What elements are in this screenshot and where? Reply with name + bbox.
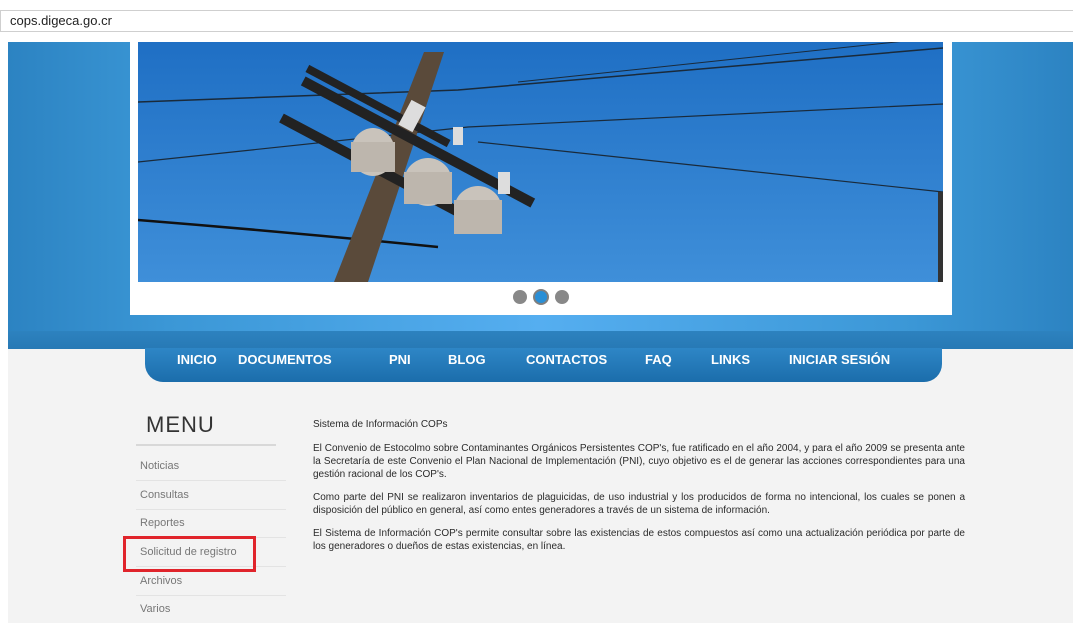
- nav-inicio[interactable]: INICIO: [177, 348, 217, 382]
- slider-dot-2[interactable]: [533, 288, 549, 305]
- content-paragraph: El Convenio de Estocolmo sobre Contamina…: [313, 443, 965, 480]
- nav-iniciar-sesion[interactable]: INICIAR SESIÓN: [789, 348, 890, 382]
- url-text: cops.digeca.go.cr: [10, 13, 112, 28]
- slider-dots: [130, 288, 952, 306]
- sidebar-item-reportes[interactable]: Reportes: [140, 517, 185, 529]
- sidebar-item-consultas[interactable]: Consultas: [140, 489, 189, 501]
- sidebar-divider: [136, 595, 286, 596]
- sidebar-divider: [136, 509, 286, 510]
- nav-pni[interactable]: PNI: [389, 348, 411, 382]
- nav-blog[interactable]: BLOG: [448, 348, 486, 382]
- nav-faq[interactable]: FAQ: [645, 348, 672, 382]
- content-paragraph: Como parte del PNI se realizaron inventa…: [313, 492, 965, 516]
- web-page: INICIO DOCUMENTOS PNI BLOG CONTACTOS FAQ…: [8, 42, 1073, 623]
- highlight-box: [123, 536, 256, 572]
- address-bar[interactable]: cops.digeca.go.cr: [0, 10, 1073, 32]
- slider-dot-3[interactable]: [555, 289, 570, 304]
- power-pole-illustration: [138, 42, 943, 282]
- menu-divider: [136, 444, 276, 446]
- header-band: [8, 331, 1073, 349]
- sidebar-item-noticias[interactable]: Noticias: [140, 460, 179, 472]
- sidebar-item-archivos[interactable]: Archivos: [140, 575, 182, 587]
- content-paragraph: El Sistema de Información COP's permite …: [313, 528, 965, 552]
- sidebar-divider: [136, 480, 286, 481]
- main-navigation: INICIO DOCUMENTOS PNI BLOG CONTACTOS FAQ…: [145, 348, 942, 382]
- image-slider: [130, 42, 952, 315]
- nav-links[interactable]: LINKS: [711, 348, 750, 382]
- slider-dot-1[interactable]: [512, 289, 527, 304]
- nav-contactos[interactable]: CONTACTOS: [526, 348, 607, 382]
- menu-title: MENU: [146, 412, 215, 437]
- main-content: Sistema de Información COPs El Convenio …: [313, 418, 965, 563]
- browser-window: cops.digeca.go.cr INICIO DOCUMENTOS PNI …: [0, 0, 1073, 623]
- slide-image-power-pole: [138, 42, 943, 282]
- content-title: Sistema de Información COPs: [313, 419, 448, 430]
- sidebar-item-varios[interactable]: Varios: [140, 603, 170, 615]
- nav-documentos[interactable]: DOCUMENTOS: [238, 348, 332, 382]
